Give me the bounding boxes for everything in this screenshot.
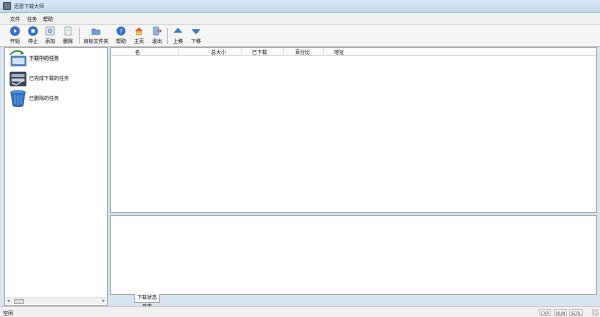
- exit-icon: [153, 26, 162, 36]
- column-divider[interactable]: [178, 48, 179, 56]
- folder-icon: [91, 28, 101, 35]
- sidebar-item-downloading[interactable]: 下载中的任务: [6, 49, 106, 69]
- task-category-sidebar: 下载中的任务 已完成下载的任务 已删除的任务 ◂ ▸: [4, 47, 108, 306]
- status-bar: 空闲 CAP NUM SCRL: [0, 306, 600, 317]
- move-up-icon: [173, 27, 183, 33]
- menu-help[interactable]: 帮助: [43, 16, 53, 23]
- num-lock-indicator: NUM: [554, 309, 568, 316]
- caps-lock-indicator: CAP: [539, 309, 551, 316]
- scroll-lock-indicator: SCRL: [569, 309, 584, 316]
- menu-bar: 文件 任务 帮助: [0, 13, 600, 25]
- title-bar: 迅雷下载大师: [0, 0, 600, 13]
- menu-file[interactable]: 文件: [10, 16, 20, 23]
- sidebar-horizontal-scrollbar[interactable]: ◂ ▸: [6, 297, 106, 304]
- menu-task[interactable]: 任务: [27, 16, 37, 23]
- add-button[interactable]: 添加: [43, 26, 57, 46]
- scrollbar-thumb[interactable]: [14, 299, 24, 304]
- svg-text:?: ?: [119, 27, 122, 35]
- column-header-percent[interactable]: 百分比: [295, 49, 310, 56]
- resize-grip-icon[interactable]: [592, 309, 599, 316]
- sidebar-item-deleted[interactable]: 已删除的任务: [6, 89, 106, 109]
- column-divider[interactable]: [323, 48, 324, 56]
- task-list-header: 名 总大小 已下载 百分比 地址: [111, 48, 596, 56]
- task-list: 名 总大小 已下载 百分比 地址: [110, 47, 597, 213]
- column-header-downloaded[interactable]: 已下载: [252, 49, 267, 56]
- delete-icon: [64, 26, 72, 36]
- column-divider[interactable]: [283, 48, 284, 56]
- completed-icon: [9, 71, 27, 87]
- sidebar-item-completed[interactable]: 已完成下载的任务: [6, 69, 106, 89]
- column-header-url[interactable]: 地址: [334, 49, 344, 56]
- toolbar-separator: [167, 28, 168, 44]
- toolbar-separator: [79, 28, 80, 44]
- start-button[interactable]: 开始: [8, 26, 22, 46]
- scroll-right-icon[interactable]: ▸: [102, 298, 105, 305]
- add-icon: [45, 26, 55, 36]
- help-icon: ?: [116, 26, 126, 36]
- window-title: 迅雷下载大师: [14, 4, 45, 10]
- status-text: 空闲: [3, 311, 14, 317]
- home-button[interactable]: 主页: [132, 26, 146, 46]
- app-icon: [3, 2, 11, 10]
- move-down-button[interactable]: 下移: [189, 26, 203, 46]
- stop-button[interactable]: 停止: [26, 26, 40, 46]
- target-folder-button[interactable]: 目标文件夹: [83, 26, 109, 46]
- delete-button[interactable]: 删除: [61, 26, 75, 46]
- move-up-button[interactable]: 上移: [171, 26, 185, 46]
- download-log-pane[interactable]: [110, 215, 597, 295]
- column-header-name[interactable]: 名: [135, 49, 140, 56]
- downloading-icon: [9, 50, 27, 67]
- tab-download-log[interactable]: 下载状态日志: [134, 294, 160, 310]
- stop-icon: [28, 26, 38, 36]
- help-button[interactable]: ? 帮助: [114, 26, 128, 46]
- move-down-icon: [191, 29, 201, 35]
- start-icon: [10, 26, 20, 36]
- recycle-bin-icon: [10, 90, 26, 108]
- column-header-size[interactable]: 总大小: [211, 49, 226, 56]
- scroll-left-icon[interactable]: ◂: [7, 298, 10, 305]
- home-icon: [135, 27, 143, 36]
- toolbar: 开始 停止 添加 删除 目标文件夹 ? 帮助 主页 退出 上移 下移: [0, 25, 600, 47]
- exit-button[interactable]: 退出: [150, 26, 164, 46]
- column-divider[interactable]: [241, 48, 242, 56]
